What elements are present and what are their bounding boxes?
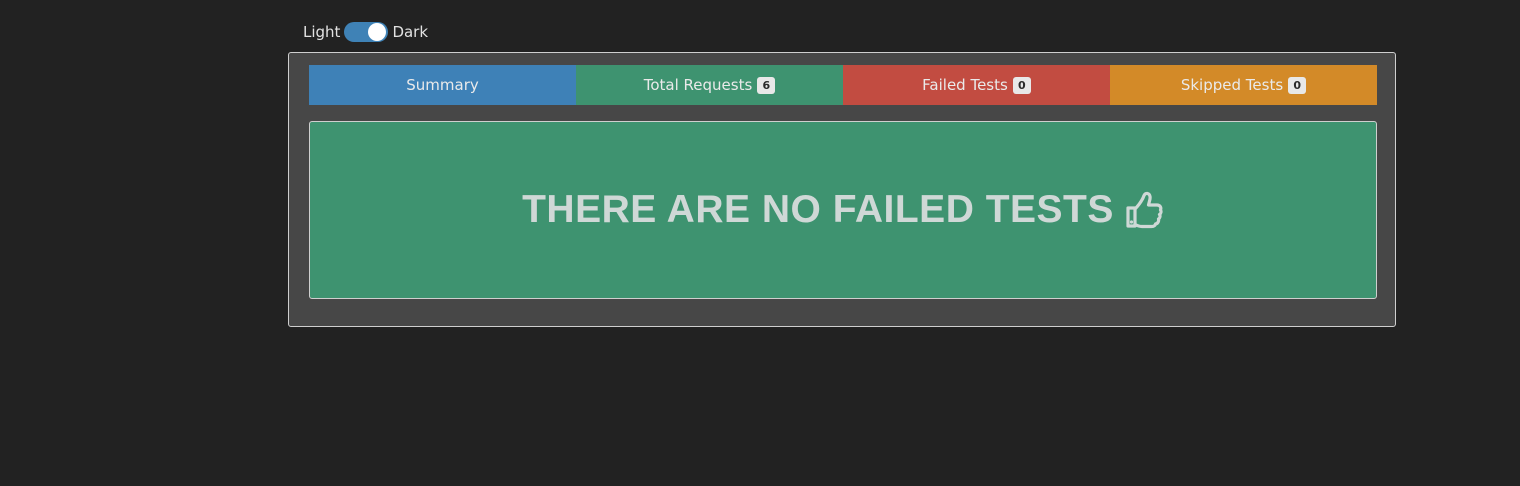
report-tabs: Summary Total Requests 6 Failed Tests 0 … bbox=[309, 65, 1377, 105]
tab-total-requests[interactable]: Total Requests 6 bbox=[576, 65, 843, 105]
tab-summary[interactable]: Summary bbox=[309, 65, 576, 105]
tab-failed-tests[interactable]: Failed Tests 0 bbox=[843, 65, 1110, 105]
tab-skipped-tests-label: Skipped Tests bbox=[1180, 76, 1284, 94]
no-failed-tests-message: THERE ARE NO FAILED TESTS bbox=[522, 188, 1164, 232]
failed-tests-badge: 0 bbox=[1012, 76, 1031, 94]
theme-dark-label: Dark bbox=[392, 23, 429, 41]
theme-light-label: Light bbox=[303, 23, 341, 41]
tab-skipped-tests[interactable]: Skipped Tests 0 bbox=[1110, 65, 1377, 105]
tab-failed-tests-label: Failed Tests bbox=[922, 76, 1008, 94]
tab-total-requests-label: Total Requests bbox=[643, 76, 753, 94]
theme-toggle: Light Dark bbox=[303, 19, 428, 45]
theme-switch[interactable] bbox=[344, 22, 389, 42]
report-card: Summary Total Requests 6 Failed Tests 0 … bbox=[288, 52, 1396, 327]
total-requests-badge: 6 bbox=[757, 76, 776, 94]
theme-switch-knob bbox=[368, 23, 387, 41]
thumbs-up-icon bbox=[1124, 190, 1164, 230]
skipped-tests-badge: 0 bbox=[1288, 76, 1307, 94]
failed-tests-panel: THERE ARE NO FAILED TESTS bbox=[309, 121, 1377, 299]
no-failed-tests-text: THERE ARE NO FAILED TESTS bbox=[522, 188, 1114, 231]
tab-summary-label: Summary bbox=[406, 76, 479, 94]
